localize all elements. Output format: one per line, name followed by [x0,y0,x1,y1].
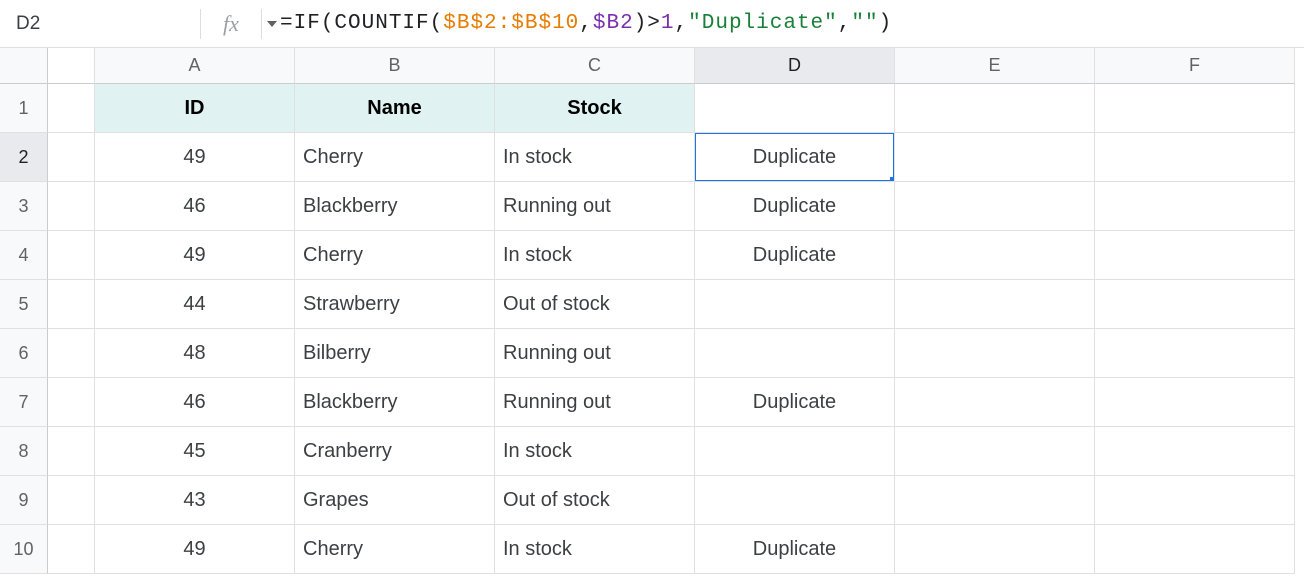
cell-D7[interactable]: Duplicate [695,378,895,427]
col-header-D[interactable]: D [695,48,895,84]
cell-E4[interactable] [895,231,1095,280]
gutter-extra [48,476,95,525]
cell-C9[interactable]: Out of stock [495,476,695,525]
col-header-A[interactable]: A [95,48,295,84]
row-header-9[interactable]: 9 [0,476,48,525]
gutter-extra [48,48,95,84]
cell-D6[interactable] [695,329,895,378]
cell-D5[interactable] [695,280,895,329]
cell-F9[interactable] [1095,476,1295,525]
cell-A6[interactable]: 48 [95,329,295,378]
cell-B5[interactable]: Strawberry [295,280,495,329]
cell-E6[interactable] [895,329,1095,378]
cell-B1[interactable]: Name [295,84,495,133]
cell-A4[interactable]: 49 [95,231,295,280]
cell-B7[interactable]: Blackberry [295,378,495,427]
cell-F3[interactable] [1095,182,1295,231]
gutter-extra [48,182,95,231]
cell-F7[interactable] [1095,378,1295,427]
gutter-extra [48,133,95,182]
cell-A10[interactable]: 49 [95,525,295,574]
name-box-wrap [0,0,200,47]
cell-C6[interactable]: Running out [495,329,695,378]
cell-A1[interactable]: ID [95,84,295,133]
gutter-extra [48,231,95,280]
cell-F4[interactable] [1095,231,1295,280]
cell-C1[interactable]: Stock [495,84,695,133]
row-header-10[interactable]: 10 [0,525,48,574]
cell-C4[interactable]: In stock [495,231,695,280]
formula-bar: fx =IF(COUNTIF($B$2:$B$10,$B2)>1,"Duplic… [0,0,1304,48]
cell-F1[interactable] [1095,84,1295,133]
gutter-extra [48,329,95,378]
cell-D3[interactable]: Duplicate [695,182,895,231]
row-header-5[interactable]: 5 [0,280,48,329]
cell-C3[interactable]: Running out [495,182,695,231]
col-header-B[interactable]: B [295,48,495,84]
cell-C10[interactable]: In stock [495,525,695,574]
cell-B8[interactable]: Cranberry [295,427,495,476]
row-header-7[interactable]: 7 [0,378,48,427]
gutter-extra [48,427,95,476]
cell-E10[interactable] [895,525,1095,574]
cell-D8[interactable] [695,427,895,476]
gutter-extra [48,525,95,574]
cell-F10[interactable] [1095,525,1295,574]
cell-C2[interactable]: In stock [495,133,695,182]
formula-input[interactable]: =IF(COUNTIF($B$2:$B$10,$B2)>1,"Duplicate… [262,12,1304,35]
row-header-3[interactable]: 3 [0,182,48,231]
cell-B6[interactable]: Bilberry [295,329,495,378]
gutter-extra [48,280,95,329]
col-header-E[interactable]: E [895,48,1095,84]
cell-F8[interactable] [1095,427,1295,476]
gutter-extra [48,378,95,427]
cell-D9[interactable] [695,476,895,525]
cell-B3[interactable]: Blackberry [295,182,495,231]
cell-E7[interactable] [895,378,1095,427]
cell-D4[interactable]: Duplicate [695,231,895,280]
cell-F2[interactable] [1095,133,1295,182]
cell-B2[interactable]: Cherry [295,133,495,182]
cell-E3[interactable] [895,182,1095,231]
row-header-2[interactable]: 2 [0,133,48,182]
row-header-6[interactable]: 6 [0,329,48,378]
cell-E2[interactable] [895,133,1095,182]
row-header-8[interactable]: 8 [0,427,48,476]
cell-A5[interactable]: 44 [95,280,295,329]
cell-F6[interactable] [1095,329,1295,378]
gutter-extra [48,84,95,133]
cell-B9[interactable]: Grapes [295,476,495,525]
cell-C5[interactable]: Out of stock [495,280,695,329]
cell-B10[interactable]: Cherry [295,525,495,574]
spreadsheet-grid: A B C D E F 1 ID Name Stock 2 49 Cherry … [0,48,1304,574]
row-header-4[interactable]: 4 [0,231,48,280]
cell-D2[interactable]: Duplicate [695,133,895,182]
cell-E9[interactable] [895,476,1095,525]
row-header-1[interactable]: 1 [0,84,48,133]
cell-E8[interactable] [895,427,1095,476]
col-header-F[interactable]: F [1095,48,1295,84]
cell-D1[interactable] [695,84,895,133]
cell-A9[interactable]: 43 [95,476,295,525]
select-all-corner[interactable] [0,48,48,84]
cell-E1[interactable] [895,84,1095,133]
cell-A8[interactable]: 45 [95,427,295,476]
cell-C8[interactable]: In stock [495,427,695,476]
cell-B4[interactable]: Cherry [295,231,495,280]
cell-C7[interactable]: Running out [495,378,695,427]
cell-D10[interactable]: Duplicate [695,525,895,574]
cell-A7[interactable]: 46 [95,378,295,427]
col-header-C[interactable]: C [495,48,695,84]
cell-A3[interactable]: 46 [95,182,295,231]
fx-icon: fx [201,11,261,37]
cell-F5[interactable] [1095,280,1295,329]
cell-E5[interactable] [895,280,1095,329]
cell-A2[interactable]: 49 [95,133,295,182]
